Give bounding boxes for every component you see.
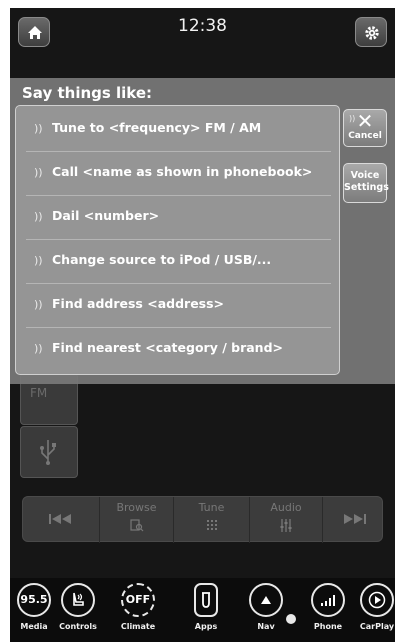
band-fm-label: FM (30, 386, 48, 400)
voice-command-item[interactable]: )) Find address <address> (26, 284, 331, 328)
voice-command-text: Find address <address> (52, 296, 225, 311)
voice-command-list: )) Tune to <frequency> FM / AM )) Call <… (15, 105, 340, 375)
screenshot: 12:38 FM Browse Tune Audio 95.5 Media Co… (0, 0, 405, 642)
climate-status: OFF (125, 593, 151, 606)
nav-controls-label: Controls (59, 622, 97, 631)
carplay-ring (360, 583, 394, 617)
bottom-nav-bar: 95.5 Media Controls OFF Climate Apps Nav… (10, 578, 395, 642)
seat-controls-icon (73, 592, 84, 606)
signal-bars-icon (321, 595, 335, 606)
voice-wave-icon: )) (34, 210, 43, 223)
nav-carplay-label: CarPlay (359, 622, 395, 631)
nav-media-button[interactable]: 95.5 Media (10, 583, 58, 641)
next-button[interactable] (323, 497, 384, 543)
tune-button[interactable]: Tune (174, 497, 250, 543)
equalizer-icon (280, 519, 292, 532)
voice-command-text: Dail <number> (52, 208, 160, 223)
radio-transport-bar: Browse Tune Audio (22, 496, 384, 543)
gear-icon (365, 26, 379, 40)
head-unit-display: 12:38 FM Browse Tune Audio 95.5 Media Co… (10, 8, 395, 642)
next-track-icon (343, 514, 366, 524)
nav-climate-button[interactable]: OFF Climate (114, 583, 162, 641)
bluetooth-icon (286, 614, 296, 624)
settings-button[interactable] (355, 17, 387, 47)
usb-icon (40, 440, 56, 465)
nav-navigation-button[interactable]: Nav (242, 583, 290, 641)
voice-wave-icon: )) (349, 114, 356, 123)
audio-button[interactable]: Audio (250, 497, 323, 543)
nav-controls-button[interactable]: Controls (54, 583, 102, 641)
nav-apps-label: Apps (194, 622, 218, 631)
nav-media-label: Media (20, 622, 48, 631)
nav-ring (249, 583, 283, 617)
voice-wave-icon: )) (34, 122, 43, 135)
voice-settings-label-line1: Voice (350, 170, 380, 181)
nav-apps-button[interactable]: Apps (182, 583, 230, 641)
usb-source-tile[interactable] (20, 426, 78, 478)
browse-label: Browse (116, 501, 157, 514)
voice-command-item[interactable]: )) Change source to iPod / USB/... (26, 240, 331, 284)
voice-prompt-title: Say things like: (22, 84, 153, 102)
voice-settings-label-line2: Settings (344, 182, 389, 193)
voice-command-item[interactable]: )) Dail <number> (26, 196, 331, 240)
voice-wave-icon: )) (34, 254, 43, 267)
clock: 12:38 (178, 16, 227, 36)
tune-label: Tune (198, 501, 225, 514)
navigation-arrow-icon (261, 596, 271, 604)
nav-nav-label: Nav (257, 622, 275, 631)
previous-track-icon (49, 514, 71, 524)
browse-button[interactable]: Browse (100, 497, 174, 543)
keypad-icon (206, 520, 217, 530)
voice-command-text: Call <name as shown in phonebook> (52, 164, 313, 179)
voice-command-item[interactable]: )) Call <name as shown in phonebook> (26, 152, 331, 196)
controls-ring (61, 583, 95, 617)
voice-command-item[interactable]: )) Find nearest <category / brand> (26, 328, 331, 372)
nav-climate-label: Climate (120, 622, 156, 631)
media-frequency: 95.5 (20, 593, 48, 606)
voice-command-text: Change source to iPod / USB/... (52, 252, 272, 267)
voice-command-item[interactable]: )) Tune to <frequency> FM / AM (26, 108, 331, 152)
nav-phone-label: Phone (313, 622, 343, 631)
voice-wave-icon: )) (34, 342, 43, 355)
voice-wave-icon: )) (34, 166, 43, 179)
cancel-button[interactable]: )) ✕ Cancel (343, 109, 387, 147)
voice-command-text: Tune to <frequency> FM / AM (52, 120, 262, 135)
browse-icon (129, 519, 143, 532)
nav-carplay-button[interactable]: CarPlay (353, 583, 401, 641)
cancel-label: Cancel (348, 131, 382, 141)
phone-app-icon (202, 592, 210, 608)
media-ring: 95.5 (17, 583, 51, 617)
voice-command-overlay: Say things like: )) Tune to <frequency> … (10, 78, 395, 384)
previous-button[interactable] (23, 497, 100, 543)
nav-phone-button[interactable]: Phone (304, 583, 352, 641)
voice-command-text: Find nearest <category / brand> (52, 340, 283, 355)
play-icon (368, 591, 386, 609)
climate-ring: OFF (121, 583, 155, 617)
voice-wave-icon: )) (34, 298, 43, 311)
phone-ring (311, 583, 345, 617)
apps-frame (194, 583, 218, 617)
voice-settings-button[interactable]: Voice Settings (343, 163, 389, 203)
audio-label: Audio (270, 501, 302, 514)
